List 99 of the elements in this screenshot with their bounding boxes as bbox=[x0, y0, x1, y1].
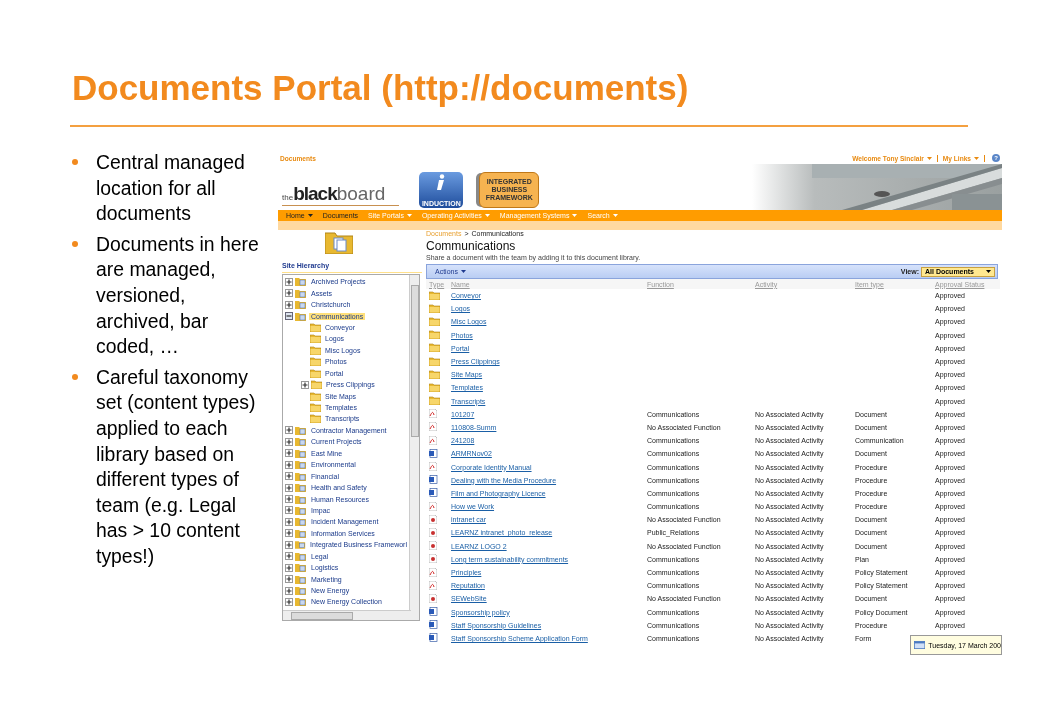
site-folder-icon bbox=[295, 300, 307, 310]
bullet-text: Careful taxonomy set (content types) applied to each library based on different types of team (e.g. Legal has > 10 content types!) bbox=[96, 364, 257, 569]
folder-icon bbox=[310, 322, 321, 332]
folder-icon bbox=[429, 396, 440, 406]
folder-icon bbox=[310, 357, 321, 367]
scrollbar[interactable] bbox=[283, 610, 411, 620]
word-file-icon bbox=[429, 488, 438, 498]
expand-toggle[interactable] bbox=[285, 277, 293, 286]
blackboard-logo: theblackboard bbox=[282, 183, 400, 206]
expand-toggle[interactable] bbox=[285, 289, 293, 298]
expand-toggle[interactable] bbox=[285, 563, 293, 572]
image-file-icon bbox=[429, 527, 437, 537]
bullet-icon bbox=[72, 159, 78, 165]
caret-icon bbox=[460, 270, 466, 273]
site-folder-icon bbox=[295, 505, 307, 515]
expand-toggle[interactable] bbox=[285, 495, 293, 504]
bullet-text: Central managed location for all documents bbox=[96, 150, 246, 227]
caret-icon bbox=[974, 156, 979, 160]
folder-icon bbox=[429, 356, 440, 366]
site-folder-icon bbox=[295, 551, 307, 561]
word-file-icon bbox=[429, 620, 438, 630]
expand-toggle[interactable] bbox=[301, 380, 309, 389]
expand-toggle[interactable] bbox=[285, 506, 293, 515]
bullet-text: Documents in here are managed, versioned, archived, bar coded, … bbox=[96, 231, 260, 360]
calendar-icon bbox=[914, 640, 926, 650]
expand-toggle[interactable] bbox=[285, 472, 293, 481]
site-folder-icon bbox=[295, 460, 307, 470]
expand-toggle[interactable] bbox=[285, 460, 293, 469]
folder-icon bbox=[310, 414, 321, 424]
caret-icon bbox=[307, 214, 313, 217]
expand-toggle[interactable] bbox=[285, 426, 293, 435]
pdf-file-icon bbox=[429, 567, 437, 577]
image-file-icon bbox=[429, 541, 437, 551]
caret-icon bbox=[986, 270, 991, 273]
word-file-icon bbox=[429, 448, 438, 458]
site-folder-icon bbox=[295, 540, 307, 550]
folder-icon bbox=[429, 343, 440, 353]
site-folder-icon bbox=[295, 471, 307, 481]
site-folder-icon bbox=[295, 563, 307, 573]
site-folder-icon bbox=[295, 586, 307, 596]
folder-icon bbox=[429, 290, 440, 300]
image-file-icon bbox=[429, 554, 437, 564]
folder-icon bbox=[311, 380, 322, 390]
folder-icon bbox=[429, 316, 440, 326]
folder-icon bbox=[310, 403, 321, 413]
site-folder-icon bbox=[295, 437, 307, 447]
pdf-file-icon bbox=[429, 435, 437, 445]
word-file-icon bbox=[429, 475, 438, 485]
expand-toggle[interactable] bbox=[285, 437, 293, 446]
folder-icon bbox=[310, 391, 321, 401]
site-folder-icon bbox=[295, 483, 307, 493]
expand-toggle[interactable] bbox=[285, 517, 293, 526]
site-folder-icon bbox=[295, 277, 307, 287]
expand-toggle[interactable] bbox=[285, 586, 293, 595]
bullet-icon bbox=[72, 240, 78, 247]
expand-toggle[interactable] bbox=[285, 483, 293, 492]
scrollbar[interactable] bbox=[409, 275, 419, 620]
expand-toggle[interactable] bbox=[285, 552, 293, 561]
caret-icon bbox=[612, 214, 618, 217]
site-folder-icon bbox=[295, 597, 307, 607]
image-file-icon bbox=[429, 514, 437, 524]
site-folder-icon bbox=[295, 425, 307, 435]
folder-icon bbox=[310, 368, 321, 378]
folder-icon bbox=[325, 230, 353, 254]
site-folder-icon bbox=[295, 517, 307, 527]
image-file-icon bbox=[429, 593, 437, 603]
caret-icon bbox=[926, 156, 932, 160]
pdf-file-icon bbox=[429, 580, 437, 590]
folder-icon bbox=[429, 330, 440, 340]
site-folder-icon bbox=[295, 311, 307, 321]
site-folder-icon bbox=[295, 528, 307, 538]
site-folder-icon bbox=[295, 288, 307, 298]
caret-icon bbox=[406, 214, 412, 217]
folder-icon bbox=[429, 382, 440, 392]
expand-toggle[interactable] bbox=[285, 540, 293, 549]
pdf-file-icon bbox=[429, 462, 437, 472]
pdf-file-icon bbox=[429, 409, 437, 419]
site-folder-icon bbox=[295, 574, 307, 584]
caret-icon bbox=[484, 214, 490, 217]
pdf-file-icon bbox=[429, 501, 437, 511]
caret-icon bbox=[572, 214, 578, 217]
word-file-icon bbox=[429, 633, 438, 643]
expand-toggle[interactable] bbox=[285, 597, 293, 606]
expand-toggle[interactable] bbox=[285, 449, 293, 458]
slide-title: Documents Portal (http://documents) bbox=[72, 68, 689, 108]
expand-toggle[interactable] bbox=[285, 300, 293, 309]
page-title: Communications bbox=[426, 239, 517, 254]
folder-icon bbox=[310, 334, 321, 344]
folder-icon bbox=[310, 345, 321, 355]
folder-icon bbox=[429, 369, 440, 379]
collapse-toggle[interactable] bbox=[285, 312, 293, 321]
pdf-file-icon bbox=[429, 422, 437, 432]
folder-icon bbox=[429, 303, 440, 313]
word-file-icon bbox=[429, 607, 438, 617]
expand-toggle[interactable] bbox=[285, 575, 293, 584]
expand-toggle[interactable] bbox=[285, 529, 293, 538]
site-folder-icon bbox=[295, 448, 307, 458]
bullet-icon bbox=[72, 373, 78, 380]
site-folder-icon bbox=[295, 494, 307, 504]
